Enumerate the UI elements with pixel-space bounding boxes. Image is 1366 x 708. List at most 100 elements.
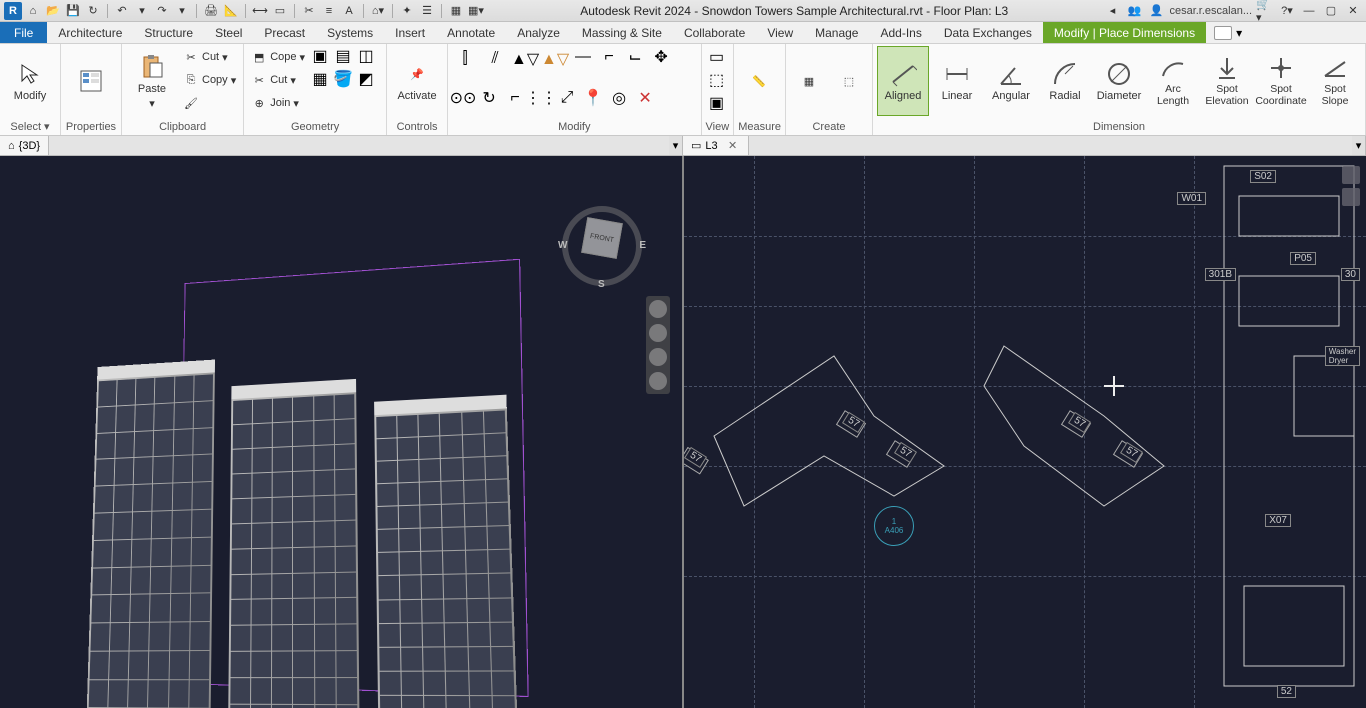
print-icon[interactable]: 🖨 [202,2,220,20]
viewcube-face[interactable]: FRONT [581,217,623,259]
rotate-icon[interactable]: ↻ [478,87,500,109]
nav-icon[interactable] [1342,188,1360,206]
tab-insert[interactable]: Insert [384,22,436,43]
geom-tool-icon[interactable]: ▣ [310,46,330,66]
tab-collaborate[interactable]: Collaborate [673,22,756,43]
tag-qat-icon[interactable]: ▭ [271,2,289,20]
override-icon[interactable]: ⬚ [706,69,728,91]
join-button[interactable]: ⊕Join ▾ [248,92,308,114]
paint-icon[interactable]: 🪣 [333,69,353,89]
close-icon[interactable]: ✕ [1344,2,1362,20]
redo-icon[interactable]: ↷ [153,2,171,20]
geom-tool-icon[interactable]: ▤ [333,46,353,66]
minimize-icon[interactable]: — [1300,2,1318,20]
undo-icon[interactable]: ↶ [113,2,131,20]
cardinal-s[interactable]: S [598,279,605,290]
cart-icon[interactable]: 🛒▾ [1256,2,1274,20]
angular-dim-button[interactable]: Angular [985,46,1037,116]
properties-button[interactable] [65,46,117,116]
activate-button[interactable]: 📌 Activate [391,46,443,116]
view-tab-l3-drop[interactable]: ▾ [1352,136,1366,155]
box-icon[interactable]: ▣ [706,92,728,114]
viewcube[interactable]: FRONT W E S [562,206,642,286]
tab-manage[interactable]: Manage [804,22,869,43]
spot-slope-button[interactable]: Spot Slope [1309,46,1361,116]
extend-icon[interactable]: ⌙ [624,46,646,68]
info-icon[interactable]: ◂ [1103,2,1121,20]
tab-analyze[interactable]: Analyze [506,22,571,43]
tab-modify-place-dimensions[interactable]: Modify | Place Dimensions [1043,22,1206,43]
trim-icon[interactable]: ⌐ [598,46,620,68]
viewport-floorplan[interactable]: S02 W01 P05 301B 30 X07 52 Washer Dryer … [684,156,1366,708]
create-assembly-button[interactable]: ⬚ [830,46,868,116]
unpin-icon[interactable]: ◎ [608,87,630,109]
restore-icon[interactable]: ▢ [1322,2,1340,20]
delete-icon[interactable]: ✕ [634,87,656,109]
split-icon[interactable]: ⎯⎯ [572,46,594,68]
pan-icon[interactable] [649,324,667,342]
view-tab-3d-drop[interactable]: ▾ [669,136,683,155]
thin-lines-icon[interactable]: ≡ [320,2,338,20]
measure-qat-icon[interactable]: 📐 [222,2,240,20]
viewport-3d[interactable]: FRONT W E S [0,156,682,708]
cut-button[interactable]: ✂Cut ▾ [180,46,239,68]
cut-geom-button[interactable]: ✂Cut ▾ [248,69,308,91]
section-view-tag[interactable]: 1 A406 [874,506,914,546]
cardinal-e[interactable]: E [639,240,646,251]
cardinal-w[interactable]: W [558,240,567,251]
panel-title-select[interactable]: Select ▾ [4,118,56,135]
section-qat-icon[interactable]: ✂ [300,2,318,20]
help-icon[interactable]: ?▾ [1278,2,1296,20]
tab-data-exchanges[interactable]: Data Exchanges [933,22,1043,43]
tab-annotate[interactable]: Annotate [436,22,506,43]
close-tab-icon[interactable]: ✕ [726,139,740,153]
hide-icon[interactable]: ▭ [706,46,728,68]
tab-systems[interactable]: Systems [316,22,384,43]
reveal-icon[interactable] [1342,166,1360,184]
linear-dim-button[interactable]: Linear [931,46,983,116]
tab-view[interactable]: View [756,22,804,43]
match-button[interactable]: 🖌 [180,92,239,114]
tab-massing-site[interactable]: Massing & Site [571,22,673,43]
sync-icon[interactable]: ↻ [84,2,102,20]
dim-qat-icon[interactable]: ⟷ [251,2,269,20]
copy-button[interactable]: ⎘Copy ▾ [180,69,239,91]
scale-icon[interactable]: ⤢ [556,87,578,109]
zoom-icon[interactable] [649,348,667,366]
paste-button[interactable]: Paste▾ [126,46,178,116]
geom-tool-icon[interactable]: ◩ [356,69,376,89]
home-icon[interactable]: ⌂ [24,2,42,20]
spot-coordinate-button[interactable]: Spot Coordinate [1255,46,1307,116]
modify-button[interactable]: Modify [4,46,56,116]
tab-steel[interactable]: Steel [204,22,253,43]
aligned-dim-button[interactable]: Aligned [877,46,929,116]
measure-button[interactable]: 📏 [738,46,780,116]
revit-logo[interactable]: R [4,2,22,20]
tab-addins[interactable]: Add-Ins [869,22,932,43]
tab-architecture[interactable]: Architecture [47,22,133,43]
create-group-button[interactable]: ▦ [790,46,828,116]
user-icon[interactable]: 👤 [1147,2,1165,20]
tile-qat-icon[interactable]: ▦▾ [467,2,485,20]
move-icon[interactable]: ✥ [650,46,672,68]
trim-corner-icon[interactable]: ⌐ [504,87,526,109]
diameter-dim-button[interactable]: Diameter [1093,46,1145,116]
mirror-draw-icon[interactable]: ▲▽ [542,46,568,72]
geom-tool-icon[interactable]: ◫ [356,46,376,66]
view-tab-3d[interactable]: ⌂ {3D} [0,136,49,155]
arc-length-button[interactable]: Arc Length [1147,46,1199,116]
orbit-icon[interactable] [649,372,667,390]
tab-structure[interactable]: Structure [133,22,204,43]
spot-elevation-button[interactable]: Spot Elevation [1201,46,1253,116]
close-inactive-icon[interactable]: ▦ [447,2,465,20]
tab-precast[interactable]: Precast [253,22,316,43]
steering-wheel-icon[interactable] [649,300,667,318]
switch-qat-icon[interactable]: ☰ [418,2,436,20]
file-menu[interactable]: File [0,22,47,43]
redo-drop-icon[interactable]: ▾ [173,2,191,20]
undo-drop-icon[interactable]: ▾ [133,2,151,20]
geom-tool-icon[interactable]: ▦ [310,69,330,89]
save-icon[interactable]: 💾 [64,2,82,20]
align-icon[interactable]: ⫿ [452,46,478,72]
cope-button[interactable]: ⬒Cope ▾ [248,46,308,68]
